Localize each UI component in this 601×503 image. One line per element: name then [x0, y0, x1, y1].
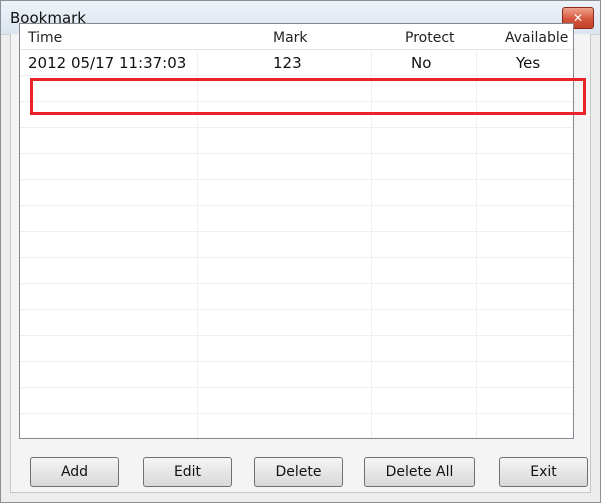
row-divider [20, 309, 573, 310]
table-row[interactable]: 2012 05/17 11:37:03 123 No Yes [20, 50, 573, 76]
row-divider [20, 387, 573, 388]
column-header-protect[interactable]: Protect [405, 30, 455, 46]
exit-button[interactable]: Exit [499, 457, 588, 487]
cell-available: Yes [516, 54, 541, 72]
close-icon: ✕ [572, 11, 584, 25]
row-divider [20, 335, 573, 336]
bookmark-list[interactable]: Time Mark Protect Available 2012 05/17 1 [19, 23, 574, 439]
cell-mark: 123 [273, 54, 302, 72]
delete-all-button[interactable]: Delete All [364, 457, 475, 487]
row-divider [20, 205, 573, 206]
column-header-time[interactable]: Time [28, 30, 62, 46]
row-divider [20, 179, 573, 180]
add-button[interactable]: Add [30, 457, 119, 487]
list-header: Time Mark Protect Available [20, 24, 573, 50]
row-divider [20, 101, 573, 102]
bookmark-dialog: Bookmark ✕ Time Mark Protect Available 2… [0, 0, 601, 503]
edit-button[interactable]: Edit [143, 457, 232, 487]
row-divider [20, 361, 573, 362]
list-grid [20, 49, 573, 438]
row-divider [20, 153, 573, 154]
column-header-mark[interactable]: Mark [273, 30, 308, 46]
column-header-available[interactable]: Available [505, 30, 568, 46]
row-divider [20, 413, 573, 414]
row-divider [20, 127, 573, 128]
row-divider [20, 231, 573, 232]
cell-protect: No [411, 54, 432, 72]
row-divider [20, 257, 573, 258]
delete-button[interactable]: Delete [254, 457, 343, 487]
row-divider [20, 283, 573, 284]
cell-time: 2012 05/17 11:37:03 [28, 54, 187, 72]
